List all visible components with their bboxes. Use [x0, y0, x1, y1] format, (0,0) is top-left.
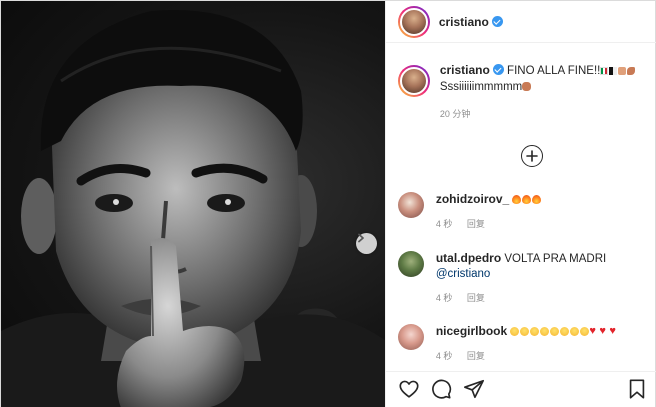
grin-emoji-icon — [530, 327, 540, 336]
verified-badge-icon — [491, 16, 503, 27]
caption-avatar[interactable] — [397, 65, 430, 97]
portrait-illustration: O R — [1, 10, 385, 407]
author-avatar[interactable] — [397, 5, 430, 38]
comment-meta: 4 秒 回复 — [436, 217, 543, 232]
comment-username[interactable]: nicegirlbook — [436, 324, 507, 338]
comment-emojis — [510, 324, 620, 338]
post-header: cristiano — [385, 1, 656, 43]
oncoming-fist-icon — [522, 82, 532, 91]
author-username[interactable]: cristiano — [439, 15, 489, 29]
post-side-panel: cristiano cristiano FINO ALLA FINE!! Sss… — [384, 1, 656, 407]
save-button[interactable] — [626, 378, 648, 400]
post-photo[interactable]: O R — [1, 1, 385, 407]
load-more-comments-button[interactable] — [520, 145, 543, 167]
fire-emoji-icon — [532, 195, 542, 204]
comment-item: nicegirlbook 4 秒 回复 — [397, 324, 653, 364]
reply-button[interactable]: 回复 — [467, 351, 485, 361]
comment-time: 4 秒 — [435, 219, 453, 229]
comment-text: VOLTA PRA MADRI — [504, 253, 607, 265]
comment-avatar[interactable] — [397, 251, 424, 277]
instagram-post: O R — [0, 0, 656, 407]
share-button[interactable] — [463, 378, 485, 400]
comment-meta: 4 秒 回复 — [436, 291, 606, 306]
folded-hands-icon — [618, 67, 627, 75]
flag-italy-icon — [600, 67, 609, 75]
comment-button[interactable] — [430, 378, 452, 400]
comment-avatar[interactable] — [397, 324, 424, 350]
reply-button[interactable]: 回复 — [467, 219, 485, 229]
flag-black-white-icon — [609, 67, 618, 75]
comment-emojis — [512, 194, 542, 206]
fire-emoji-icon — [522, 195, 532, 204]
grin-emoji-icon — [560, 327, 570, 336]
caption-emojis — [600, 65, 636, 80]
reply-button[interactable]: 回复 — [467, 293, 485, 303]
next-photo-button[interactable] — [356, 233, 377, 254]
fire-emoji-icon — [512, 195, 522, 204]
comment-avatar[interactable] — [397, 192, 424, 218]
comment-username[interactable]: utal.dpedro — [436, 251, 501, 265]
action-bar — [385, 371, 656, 407]
bookmark-icon — [629, 379, 645, 399]
caption-text-line2: Sssiiiiiimmmmm — [439, 81, 523, 93]
plus-circle-icon — [526, 150, 538, 162]
comment-time: 4 秒 — [435, 293, 453, 303]
grin-emoji-icon — [580, 327, 590, 336]
comment-mention-link[interactable]: @cristiano — [436, 268, 491, 280]
post-caption: cristiano FINO ALLA FINE!! Sssiiiiiimmmm… — [397, 63, 648, 122]
comment-item: utal.dpedro VOLTA PRA MADRI @cristiano 4… — [397, 251, 653, 306]
comment-item: zohidzoirov_ 4 秒 回复 — [397, 192, 653, 232]
comment-meta: 4 秒 回复 — [436, 349, 621, 364]
grin-emoji-icon — [570, 327, 580, 336]
heart-icon — [399, 380, 419, 398]
grin-emoji-icon — [550, 327, 560, 336]
grin-emoji-icon — [540, 327, 550, 336]
caption-time: 20 分钟 — [439, 109, 471, 119]
grin-emoji-icon — [510, 327, 520, 336]
red-heart-emoji-icon — [589, 324, 599, 338]
caption-username[interactable]: cristiano — [440, 63, 490, 77]
comment-icon — [431, 379, 451, 399]
red-heart-emoji-icon — [599, 324, 609, 338]
caption-text-line1: FINO ALLA FINE!! — [507, 65, 601, 77]
comment-time: 4 秒 — [435, 351, 453, 361]
verified-badge-icon — [492, 64, 504, 75]
like-button[interactable] — [398, 378, 420, 400]
flexed-biceps-icon — [627, 67, 636, 75]
chevron-right-icon — [358, 233, 364, 243]
share-icon — [463, 379, 484, 399]
red-heart-emoji-icon — [609, 324, 619, 338]
grin-emoji-icon — [520, 327, 530, 336]
comment-username[interactable]: zohidzoirov_ — [436, 192, 509, 206]
